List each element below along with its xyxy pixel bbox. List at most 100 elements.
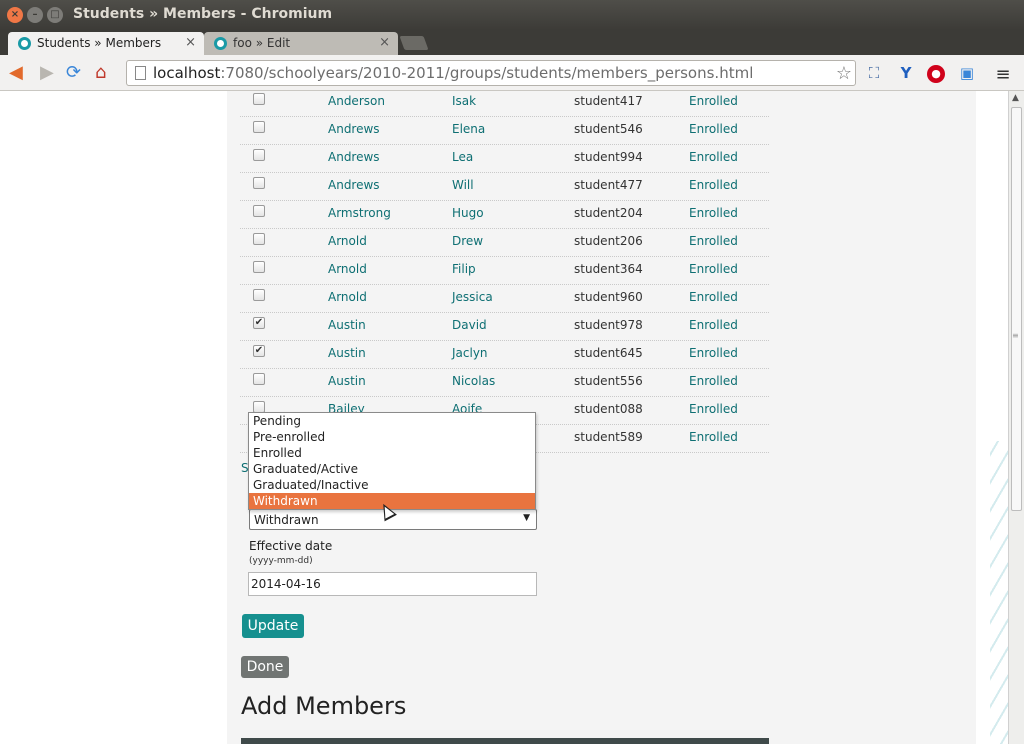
status-link[interactable]: Enrolled xyxy=(689,94,738,108)
add-members-table-header xyxy=(241,738,769,744)
last-name-link[interactable]: Andrews xyxy=(328,178,380,192)
first-name-link[interactable]: Nicolas xyxy=(452,374,495,388)
first-name-link[interactable]: Will xyxy=(452,178,474,192)
member-checkbox[interactable] xyxy=(253,233,265,245)
last-name-link[interactable]: Austin xyxy=(328,346,366,360)
last-name-link[interactable]: Arnold xyxy=(328,290,367,304)
username-cell: student204 xyxy=(574,206,643,220)
last-name-link[interactable]: Andrews xyxy=(328,150,380,164)
status-option[interactable]: Pre-enrolled xyxy=(249,429,535,445)
first-name-link[interactable]: Hugo xyxy=(452,206,484,220)
first-name-link[interactable]: Jaclyn xyxy=(452,346,488,360)
status-link[interactable]: Enrolled xyxy=(689,318,738,332)
first-name-link[interactable]: Drew xyxy=(452,234,483,248)
page-icon xyxy=(135,66,146,80)
adblock-extension-icon[interactable]: ● xyxy=(927,65,945,83)
tab-close-icon[interactable]: × xyxy=(185,35,196,50)
table-row: Anderson Isak student417 Enrolled xyxy=(240,91,769,117)
reload-icon[interactable]: ⟳ xyxy=(66,63,81,83)
scroll-up-arrow-icon[interactable]: ▲ xyxy=(1012,93,1019,103)
status-link[interactable]: Enrolled xyxy=(689,178,738,192)
window-minimize-button[interactable]: – xyxy=(27,7,43,23)
username-cell: student477 xyxy=(574,178,643,192)
forward-arrow-icon[interactable]: ▶ xyxy=(40,63,54,83)
done-button[interactable]: Done xyxy=(241,656,289,678)
status-link[interactable]: Enrolled xyxy=(689,122,738,136)
url-text[interactable]: localhost:7080/schoolyears/2010-2011/gro… xyxy=(153,64,753,82)
member-checkbox[interactable] xyxy=(253,93,265,105)
member-checkbox[interactable] xyxy=(253,373,265,385)
table-row: Austin Nicolas student556 Enrolled xyxy=(240,369,769,397)
window-close-button[interactable]: × xyxy=(7,7,23,23)
member-checkbox[interactable]: ✔ xyxy=(253,345,265,357)
scrollbar-thumb[interactable] xyxy=(1011,107,1022,511)
status-link[interactable]: Enrolled xyxy=(689,346,738,360)
window-titlebar: × – □ Students » Members - Chromium xyxy=(0,0,1024,30)
status-select-value: Withdrawn xyxy=(254,513,319,527)
member-checkbox[interactable] xyxy=(253,205,265,217)
status-link[interactable]: Enrolled xyxy=(689,234,738,248)
first-name-link[interactable]: Filip xyxy=(452,262,476,276)
member-checkbox[interactable] xyxy=(253,121,265,133)
first-name-link[interactable]: Lea xyxy=(452,150,473,164)
tab-foo-edit[interactable]: foo » Edit × xyxy=(204,32,398,55)
schooltool-favicon-icon xyxy=(214,37,227,50)
home-icon[interactable]: ⌂ xyxy=(95,63,106,83)
bookmark-star-icon[interactable]: ☆ xyxy=(836,63,852,84)
tab-close-icon[interactable]: × xyxy=(379,35,390,50)
first-name-link[interactable]: David xyxy=(452,318,487,332)
screenshot-extension-icon[interactable]: ▣ xyxy=(957,64,977,82)
new-tab-button[interactable] xyxy=(399,36,429,50)
back-arrow-icon[interactable]: ◀ xyxy=(9,63,23,83)
status-link[interactable]: Enrolled xyxy=(689,290,738,304)
page-scrollbar[interactable]: ▲ ≡ xyxy=(1008,91,1024,744)
member-checkbox[interactable]: ✔ xyxy=(253,317,265,329)
status-link[interactable]: Enrolled xyxy=(689,374,738,388)
last-name-link[interactable]: Andrews xyxy=(328,122,380,136)
status-option[interactable]: Graduated/Inactive xyxy=(249,477,535,493)
last-name-link[interactable]: Arnold xyxy=(328,234,367,248)
table-row: ✔ Austin David student978 Enrolled xyxy=(240,313,769,341)
chevron-down-icon: ▼ xyxy=(523,513,530,523)
member-checkbox[interactable] xyxy=(253,289,265,301)
status-link[interactable]: Enrolled xyxy=(689,206,738,220)
table-row: Andrews Elena student546 Enrolled xyxy=(240,117,769,145)
first-name-link[interactable]: Elena xyxy=(452,122,485,136)
tab-strip: Students » Members × foo » Edit × xyxy=(0,30,1024,55)
status-link[interactable]: Enrolled xyxy=(689,150,738,164)
fullscreen-extension-icon[interactable]: ⛶ xyxy=(864,64,884,82)
address-bar[interactable]: localhost:7080/schoolyears/2010-2011/gro… xyxy=(126,60,856,86)
status-link[interactable]: Enrolled xyxy=(689,402,738,416)
last-name-link[interactable]: Anderson xyxy=(328,94,385,108)
last-name-link[interactable]: Austin xyxy=(328,318,366,332)
effective-date-label: Effective date xyxy=(249,539,333,553)
member-checkbox[interactable] xyxy=(253,149,265,161)
y-extension-icon[interactable]: Y xyxy=(896,64,916,82)
username-cell: student960 xyxy=(574,290,643,304)
update-button[interactable]: Update xyxy=(242,614,304,638)
first-name-link[interactable]: Isak xyxy=(452,94,476,108)
tab-students-members[interactable]: Students » Members × xyxy=(8,32,204,55)
window-title: Students » Members - Chromium xyxy=(73,6,333,22)
first-name-link[interactable]: Jessica xyxy=(452,290,493,304)
status-option[interactable]: Graduated/Active xyxy=(249,461,535,477)
status-link[interactable]: Enrolled xyxy=(689,262,738,276)
last-name-link[interactable]: Austin xyxy=(328,374,366,388)
username-cell: student546 xyxy=(574,122,643,136)
status-option[interactable]: Pending xyxy=(249,413,535,429)
last-name-link[interactable]: Arnold xyxy=(328,262,367,276)
member-checkbox[interactable] xyxy=(253,177,265,189)
username-cell: student978 xyxy=(574,318,643,332)
window-maximize-button[interactable]: □ xyxy=(47,7,63,23)
url-host: localhost xyxy=(153,64,221,82)
members-table: Anderson Isak student417 Enrolled Andrews Ele… xyxy=(240,91,769,453)
chrome-menu-icon[interactable]: ≡ xyxy=(993,64,1013,85)
member-checkbox[interactable] xyxy=(253,261,265,273)
scrollbar-grip-icon: ≡ xyxy=(1012,331,1019,340)
effective-date-input[interactable]: 2014-04-16 xyxy=(248,572,537,596)
username-cell: student364 xyxy=(574,262,643,276)
last-name-link[interactable]: Armstrong xyxy=(328,206,391,220)
status-link[interactable]: Enrolled xyxy=(689,430,738,444)
username-cell: student589 xyxy=(574,430,643,444)
status-option[interactable]: Enrolled xyxy=(249,445,535,461)
